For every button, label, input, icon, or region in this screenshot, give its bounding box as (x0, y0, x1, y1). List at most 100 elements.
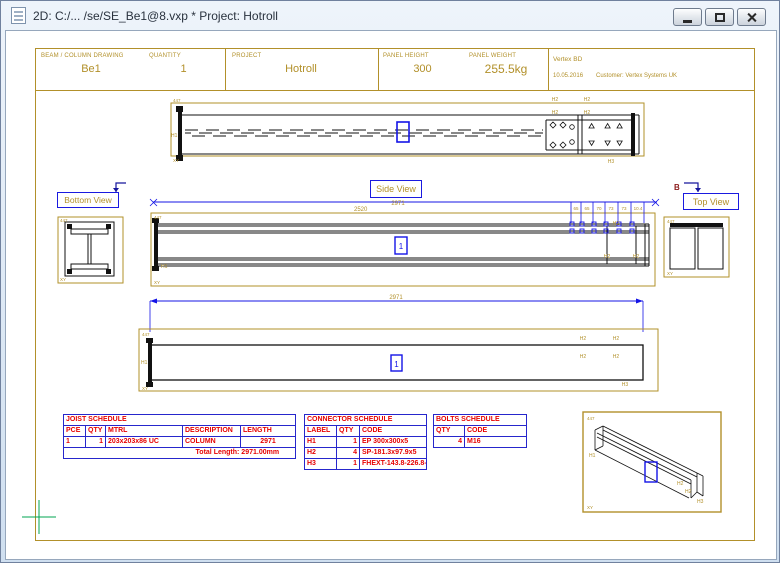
cell-qty: 4 (434, 437, 465, 448)
cell-code: EP 300x300x5 (360, 437, 427, 448)
dim-side-hidden: 2971 (391, 201, 405, 207)
bolts-schedule-title: BOLTS SCHEDULE (434, 415, 527, 426)
corner-mark: XY (154, 280, 160, 285)
customer-text: Customer: Vertex Systems UK (596, 73, 677, 79)
close-icon (746, 12, 757, 23)
cell-code: SP-181.3x97.9x5 (360, 448, 427, 459)
field-label-project: PROJECT (232, 53, 261, 59)
tag-h2: H2 (633, 254, 640, 260)
tag-h2: H2 (685, 489, 692, 495)
corner-mark: XY (60, 277, 66, 282)
connector-schedule-title: CONNECTOR SCHEDULE (305, 415, 427, 426)
dim-right: 10.4 (634, 206, 643, 211)
table-row: 4 M16 (434, 437, 527, 448)
tag-h1: H1 (141, 360, 148, 366)
corner-mark: 447 (142, 332, 150, 337)
col-header: MTRL (106, 426, 183, 437)
tag-h3: H3 (697, 499, 704, 505)
tag-h2: H2 (552, 97, 559, 103)
tag-h3: H3 (608, 159, 615, 165)
cell-description: COLUMN (183, 437, 241, 448)
tag-h2: H2 (613, 354, 620, 360)
drawing-canvas[interactable]: BEAM / COLUMN DRAWING Be1 QUANTITY 1 PRO… (5, 30, 777, 560)
titleblock-separator (378, 49, 379, 90)
corner-mark: 447 (60, 218, 68, 223)
cell-code: M16 (465, 437, 527, 448)
titleblock-bottom-rule (36, 90, 754, 91)
top-section-drawing: 447 XY (661, 214, 733, 280)
titleblock-separator (548, 49, 549, 90)
field-label-drawing: BEAM / COLUMN DRAWING (41, 53, 124, 59)
field-label-panel-weight: PANEL WEIGHT (469, 53, 516, 59)
cell-qty: 1 (337, 459, 360, 470)
top-view-label: Top View (683, 193, 739, 210)
dim-right: 65 (584, 206, 590, 211)
tag-h1: H1 (161, 264, 168, 270)
field-value-project: Hotroll (226, 63, 376, 75)
side-view-label: Side View (370, 180, 422, 198)
close-button[interactable] (737, 8, 766, 26)
field-value-drawing: Be1 (36, 63, 146, 75)
part-tag: 1 (394, 360, 399, 369)
field-label-quantity: QUANTITY (149, 53, 181, 59)
col-header: QTY (337, 426, 360, 437)
cell-pce: 1 (64, 437, 86, 448)
corner-mark: 447 (154, 215, 162, 220)
corner-mark: XY (587, 505, 593, 510)
connector-schedule-table: CONNECTOR SCHEDULE LABEL QTY CODE H1 1 E… (304, 414, 427, 470)
tag-h2: H2 (613, 221, 620, 227)
field-label-panel-height: PANEL HEIGHT (383, 53, 429, 59)
cell-label: H1 (305, 437, 337, 448)
drawing-sheet: BEAM / COLUMN DRAWING Be1 QUANTITY 1 PRO… (35, 48, 755, 541)
dim-overall: 2971 (389, 295, 403, 301)
joist-total-length: Total Length: 2971.00mm (64, 448, 296, 459)
dim-right: 73 (608, 206, 614, 211)
tag-h2: H2 (580, 336, 587, 342)
joist-schedule-title: JOIST SCHEDULE (64, 415, 296, 426)
date-text: 10.05.2016 (553, 73, 583, 79)
tag-h2: H2 (604, 254, 611, 260)
corner-mark: XY (142, 386, 148, 391)
corner-mark: XY (667, 271, 673, 276)
corner-mark: 447 (587, 416, 595, 421)
cell-qty: 4 (337, 448, 360, 459)
crosshair-cursor (22, 500, 56, 534)
plan-view-drawing: 447 XY H1 H2 H2 H2 H2 H3 (169, 94, 646, 166)
bottom-view-label: Bottom View (57, 192, 119, 208)
iso-view-drawing: H1 H2 H2 H3 447 XY (579, 406, 727, 518)
bottom-plan-drawing: 2971 1 H1 H2 H2 H2 H2 H3 447 (133, 290, 663, 394)
col-header: LABEL (305, 426, 337, 437)
restore-icon (715, 13, 725, 22)
col-header: QTY (434, 426, 465, 437)
dim-right: 65 (573, 206, 579, 211)
cell-code: FHEXT-143.8-226.8-5 (360, 459, 427, 470)
restore-button[interactable] (705, 8, 734, 26)
tag-h2: H2 (613, 336, 620, 342)
bottom-section-drawing: 447 XY (56, 214, 126, 286)
corner-mark: 447 (667, 219, 675, 224)
tag-h1: H1 (589, 453, 596, 459)
col-header: PCE (64, 426, 86, 437)
table-row: H2 4 SP-181.3x97.9x5 (305, 448, 427, 459)
title-bar[interactable]: 2D: C:/... /se/SE_Be1@8.vxp * Project: H… (1, 1, 779, 30)
cell-label: H3 (305, 459, 337, 470)
cell-label: H2 (305, 448, 337, 459)
dim-right: 70 (596, 206, 602, 211)
tag-h1: H1 (171, 133, 178, 139)
minimize-button[interactable] (673, 8, 702, 26)
selection-box-plan[interactable] (397, 122, 409, 142)
cell-mtrl: 203x203x86 UC (106, 437, 183, 448)
minimize-icon (683, 20, 692, 23)
app-icon (11, 7, 26, 24)
dim-right: 73 (621, 206, 627, 211)
col-header: CODE (360, 426, 427, 437)
cell-qty: 1 (86, 437, 106, 448)
cell-length: 2971 (241, 437, 296, 448)
bolts-schedule-table: BOLTS SCHEDULE QTY CODE 4 M16 (433, 414, 527, 448)
table-row: 1 1 203x203x86 UC COLUMN 2971 (64, 437, 296, 448)
window-controls (673, 8, 766, 26)
tag-h3: H3 (622, 382, 629, 388)
dim-side-gold: 2520 (354, 207, 368, 213)
table-row: H3 1 FHEXT-143.8-226.8-5 (305, 459, 427, 470)
tag-h2: H2 (580, 354, 587, 360)
